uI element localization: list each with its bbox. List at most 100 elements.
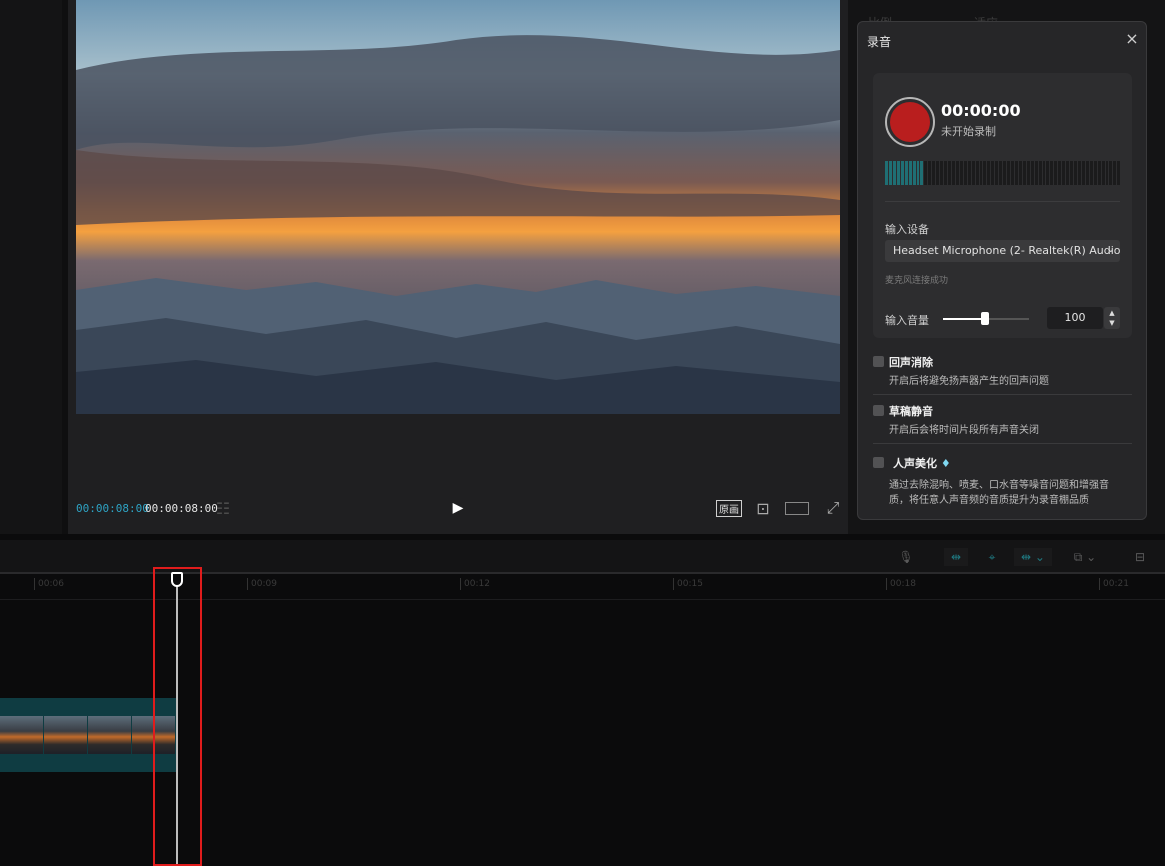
microphone-icon[interactable]: 🎙 xyxy=(898,548,914,566)
voice-beautify-checkbox[interactable] xyxy=(873,457,884,468)
video-clip[interactable] xyxy=(0,698,176,772)
meter-segment xyxy=(1054,161,1058,185)
option-title: 草稿静音 xyxy=(889,405,933,418)
volume-slider-handle[interactable] xyxy=(981,312,989,325)
meter-segment xyxy=(1097,161,1101,185)
left-panel xyxy=(0,0,62,534)
meter-segment xyxy=(1077,161,1081,185)
meter-segment xyxy=(896,161,900,185)
meter-segment xyxy=(920,161,924,185)
diamond-icon: ♦ xyxy=(940,457,951,470)
meter-segment xyxy=(1113,161,1117,185)
meter-segment xyxy=(932,161,936,185)
input-device-value: Headset Microphone (2- Realtek(R) Audio) xyxy=(893,244,1120,257)
meter-segment xyxy=(1062,161,1066,185)
play-button[interactable]: ▶ xyxy=(447,498,469,518)
ruler-tick: 00:18 xyxy=(886,578,916,590)
option-draft-mute: 草稿静音 开启后会将时间片段所有声音关闭 xyxy=(873,403,1132,441)
record-status: 未开始录制 xyxy=(941,125,996,138)
chevron-down-icon: ⌄ xyxy=(1106,244,1115,255)
preview-axis-icon[interactable]: ⧉ ⌄ xyxy=(1066,548,1104,566)
meter-segment xyxy=(1026,161,1030,185)
volume-slider-fill xyxy=(943,318,985,320)
meter-segment xyxy=(1042,161,1046,185)
timecode-format-icon[interactable]: ☷ xyxy=(212,498,234,518)
meter-segment xyxy=(1007,161,1010,185)
input-device-label: 输入设备 xyxy=(885,223,929,236)
volume-input[interactable]: 100 xyxy=(1047,307,1103,329)
volume-stepper[interactable]: ▲ ▼ xyxy=(1104,307,1120,329)
meter-segment xyxy=(991,161,995,185)
input-volume-label: 输入音量 xyxy=(885,314,929,327)
draft-mute-checkbox[interactable] xyxy=(873,405,884,416)
device-status: 麦克风连接成功 xyxy=(885,276,949,286)
record-button[interactable] xyxy=(885,97,935,147)
fullscreen-icon[interactable]: ⤢ xyxy=(822,498,844,518)
meter-segment xyxy=(1081,161,1085,185)
record-dot-icon xyxy=(890,102,930,142)
meter-segment xyxy=(948,161,951,185)
original-quality-button[interactable]: 原画 xyxy=(716,498,742,518)
option-desc: 开启后将避免扬声器产生的回声问题 xyxy=(889,376,1049,387)
clip-thumbnails xyxy=(0,716,176,754)
ruler-tick: 00:21 xyxy=(1099,578,1129,590)
divider xyxy=(885,201,1120,202)
meter-segment xyxy=(1038,161,1042,185)
echo-cancel-checkbox[interactable] xyxy=(873,356,884,367)
meter-segment xyxy=(959,161,963,185)
linkage-icon[interactable]: ⇹ ⌄ xyxy=(1014,548,1052,566)
meter-segment xyxy=(951,161,955,185)
ruler-tick: 00:12 xyxy=(460,578,490,590)
meter-segment xyxy=(1030,161,1034,185)
current-timecode: 00:00:08:00 xyxy=(76,502,149,515)
meter-segment xyxy=(1018,161,1022,185)
meter-segment xyxy=(979,161,983,185)
sunset-video-frame xyxy=(76,0,840,414)
aspect-ratio-icon[interactable] xyxy=(784,498,810,518)
meter-segment xyxy=(1089,161,1093,185)
meter-segment xyxy=(995,161,999,185)
meter-segment xyxy=(1034,161,1038,185)
meter-segment xyxy=(912,161,916,185)
dialog-title: 录音 xyxy=(867,35,892,49)
meter-segment xyxy=(1003,161,1007,185)
zoom-timeline-icon[interactable]: ⊟ xyxy=(1128,548,1152,566)
zoom-fit-icon[interactable]: ⊡ xyxy=(752,498,774,518)
main-track-magnet-icon[interactable]: ⇹ xyxy=(944,548,968,566)
meter-segment xyxy=(1117,161,1121,185)
playhead-highlight-box xyxy=(153,567,202,866)
meter-segment xyxy=(885,161,888,185)
timeline: 🎙 ⇹ ⌖ ⇹ ⌄ ⧉ ⌄ ⊟ 00:06 00:09 00:12 00:15 … xyxy=(0,534,1165,866)
input-device-select[interactable]: Headset Microphone (2- Realtek(R) Audio)… xyxy=(885,240,1120,262)
player-control-bar: 00:00:08:00 00:00:08:00 ☷ ▶ 原画 ⊡ ⤢ xyxy=(68,490,848,526)
record-settings-card: 00:00:00 未开始录制 输入设备 Headset Microphone (… xyxy=(873,73,1132,338)
meter-segment xyxy=(1011,161,1014,185)
chevron-up-icon: ▲ xyxy=(1109,309,1115,317)
meter-segment xyxy=(936,161,940,185)
meter-segment xyxy=(1050,161,1054,185)
meter-segment xyxy=(971,161,975,185)
meter-segment xyxy=(1058,161,1062,185)
close-icon[interactable]: × xyxy=(1123,30,1141,48)
meter-segment xyxy=(928,161,932,185)
ruler-tick: 00:06 xyxy=(34,578,64,590)
meter-segment xyxy=(900,161,904,185)
option-title: 回声消除 xyxy=(889,356,933,369)
meter-segment xyxy=(916,161,920,185)
meter-segment xyxy=(955,161,959,185)
video-player: 00:00:08:00 00:00:08:00 ☷ ▶ 原画 ⊡ ⤢ xyxy=(68,0,848,534)
divider xyxy=(873,443,1132,444)
option-desc: 开启后会将时间片段所有声音关闭 xyxy=(889,425,1039,436)
meter-segment xyxy=(1070,161,1073,185)
meter-segment xyxy=(987,161,991,185)
meter-segment xyxy=(944,161,947,185)
meter-segment xyxy=(967,161,971,185)
auto-snap-icon[interactable]: ⌖ xyxy=(980,548,1004,566)
meter-segment xyxy=(963,161,967,185)
meter-segment xyxy=(1046,161,1050,185)
meter-segment xyxy=(1066,161,1070,185)
input-level-meter xyxy=(885,161,1121,185)
meter-segment xyxy=(904,161,908,185)
meter-segment xyxy=(983,161,987,185)
meter-segment xyxy=(1085,161,1089,185)
